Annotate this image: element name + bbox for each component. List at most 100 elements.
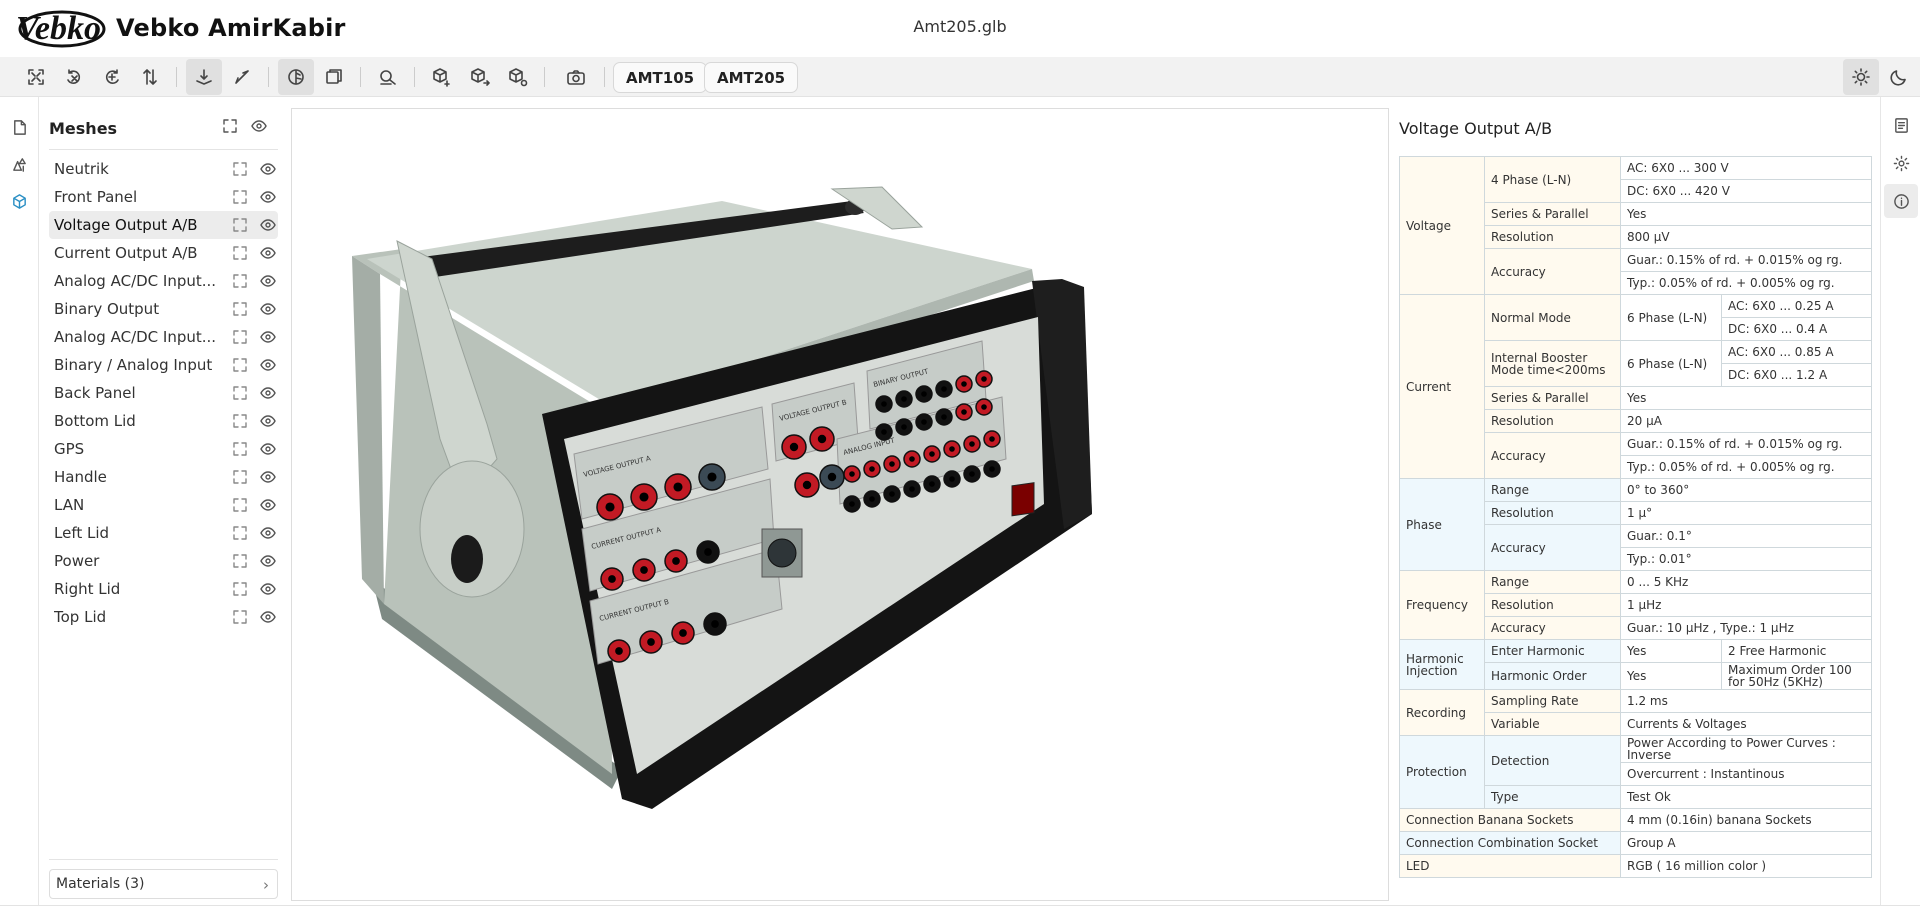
current-normal-label: Normal Mode [1484, 294, 1621, 341]
eye-icon[interactable] [260, 357, 276, 373]
socket-hole [929, 451, 935, 457]
fit-mesh-icon[interactable] [232, 497, 248, 513]
fit-mesh-icon[interactable] [232, 357, 248, 373]
socket-hole [969, 441, 975, 447]
measure-icon[interactable] [224, 59, 260, 95]
fit-mesh-icon[interactable] [232, 273, 248, 289]
socket-hole [608, 575, 616, 583]
mesh-row[interactable]: Power [49, 547, 278, 575]
eye-icon[interactable] [260, 245, 276, 261]
mesh-row[interactable]: Bottom Lid [49, 407, 278, 435]
3d-viewport[interactable]: VOLTAGE OUTPUT A CURRENT OUTPUT A CURRENT … [291, 108, 1389, 901]
socket-hole [673, 482, 683, 492]
freq-range-label: Range [1484, 570, 1621, 594]
mesh-label: Analog AC/DC Input... [54, 272, 217, 290]
socket-hole [869, 496, 875, 502]
fit-all-icon[interactable] [222, 118, 242, 138]
left-rail [0, 97, 39, 905]
box-settings-icon[interactable] [500, 59, 536, 95]
eye-icon[interactable] [260, 189, 276, 205]
fit-mesh-icon[interactable] [232, 245, 248, 261]
freq-range: 0 ... 5 KHz [1619, 570, 1873, 594]
socket-hole [640, 566, 648, 574]
eye-icon[interactable] [260, 525, 276, 541]
eye-icon[interactable] [260, 581, 276, 597]
model-amt105-button[interactable]: AMT105 [613, 62, 708, 93]
mesh-row[interactable]: Binary Output [49, 295, 278, 323]
fit-mesh-icon[interactable] [232, 609, 248, 625]
harm-order-label: Harmonic Order [1484, 662, 1621, 690]
move-box-icon[interactable] [462, 59, 498, 95]
mesh-label: LAN [54, 496, 85, 514]
mesh-row[interactable]: Left Lid [49, 519, 278, 547]
fit-mesh-icon[interactable] [232, 525, 248, 541]
socket-hole [707, 472, 717, 482]
eye-icon[interactable] [260, 329, 276, 345]
eye-icon[interactable] [260, 497, 276, 513]
chevron-right-icon: › [263, 876, 269, 894]
eye-icon[interactable] [260, 217, 276, 233]
eye-icon[interactable] [260, 413, 276, 429]
settings-gear-icon[interactable] [1884, 146, 1918, 180]
mesh-row[interactable]: Analog AC/DC Input... [49, 323, 278, 351]
fit-mesh-icon[interactable] [232, 385, 248, 401]
mesh-row[interactable]: Analog AC/DC Input... [49, 267, 278, 295]
model-amt205-button[interactable]: AMT205 [704, 62, 799, 93]
info-icon[interactable] [1884, 184, 1918, 218]
socket-hole [647, 638, 655, 646]
mesh-row[interactable]: Right Lid [49, 575, 278, 603]
show-all-eye-icon[interactable] [251, 118, 271, 138]
eye-icon[interactable] [260, 469, 276, 485]
flip-vertical-icon[interactable] [132, 59, 168, 95]
socket-hole [969, 471, 975, 477]
eye-icon[interactable] [260, 161, 276, 177]
place-down-icon[interactable] [186, 59, 222, 95]
fit-mesh-icon[interactable] [232, 413, 248, 429]
fit-mesh-icon[interactable] [232, 469, 248, 485]
eye-icon[interactable] [260, 441, 276, 457]
eye-icon[interactable] [260, 609, 276, 625]
document-list-icon[interactable] [1884, 108, 1918, 142]
mesh-row[interactable]: Back Panel [49, 379, 278, 407]
mesh-row[interactable]: LAN [49, 491, 278, 519]
socket-hole [711, 620, 719, 628]
fit-mesh-icon[interactable] [232, 301, 248, 317]
fit-mesh-icon[interactable] [232, 161, 248, 177]
mesh-row[interactable]: Neutrik [49, 155, 278, 183]
mesh-row[interactable]: GPS [49, 435, 278, 463]
camera-icon[interactable] [558, 59, 594, 95]
fit-mesh-icon[interactable] [232, 217, 248, 233]
layers-icon[interactable] [316, 59, 352, 95]
mesh-row[interactable]: Front Panel [49, 183, 278, 211]
fit-mesh-icon[interactable] [232, 441, 248, 457]
eye-icon[interactable] [260, 273, 276, 289]
fit-view-icon[interactable] [18, 59, 54, 95]
mesh-row[interactable]: Voltage Output A/B [49, 211, 278, 239]
fit-mesh-icon[interactable] [232, 329, 248, 345]
file-icon[interactable] [6, 114, 32, 140]
current-normal-dc: DC: 6X0 ... 0.4 A [1720, 317, 1873, 341]
rotate-left-icon[interactable] [56, 59, 92, 95]
meshes-cube-icon[interactable] [6, 188, 32, 214]
shapes-icon[interactable] [6, 151, 32, 177]
phase-acc-guar: Guar.: 0.1° [1619, 524, 1873, 548]
rotate-right-icon[interactable] [94, 59, 130, 95]
socket-hole [869, 466, 875, 472]
add-box-icon[interactable] [424, 59, 460, 95]
info-panel: Voltage Output A/B Voltage 4 Phase (L-N)… [1392, 97, 1879, 905]
fit-mesh-icon[interactable] [232, 581, 248, 597]
light-mode-icon[interactable] [1843, 59, 1879, 95]
mesh-row[interactable]: Current Output A/B [49, 239, 278, 267]
fit-mesh-icon[interactable] [232, 189, 248, 205]
dark-mode-icon[interactable] [1881, 59, 1917, 95]
eye-icon[interactable] [260, 385, 276, 401]
mesh-row[interactable]: Top Lid [49, 603, 278, 631]
mesh-row[interactable]: Binary / Analog Input [49, 351, 278, 379]
eye-icon[interactable] [260, 301, 276, 317]
mesh-row[interactable]: Handle [49, 463, 278, 491]
fit-mesh-icon[interactable] [232, 553, 248, 569]
inspect-icon[interactable] [370, 59, 406, 95]
section-view-icon[interactable] [278, 59, 314, 95]
materials-button[interactable]: Materials (3) › [49, 869, 278, 899]
eye-icon[interactable] [260, 553, 276, 569]
